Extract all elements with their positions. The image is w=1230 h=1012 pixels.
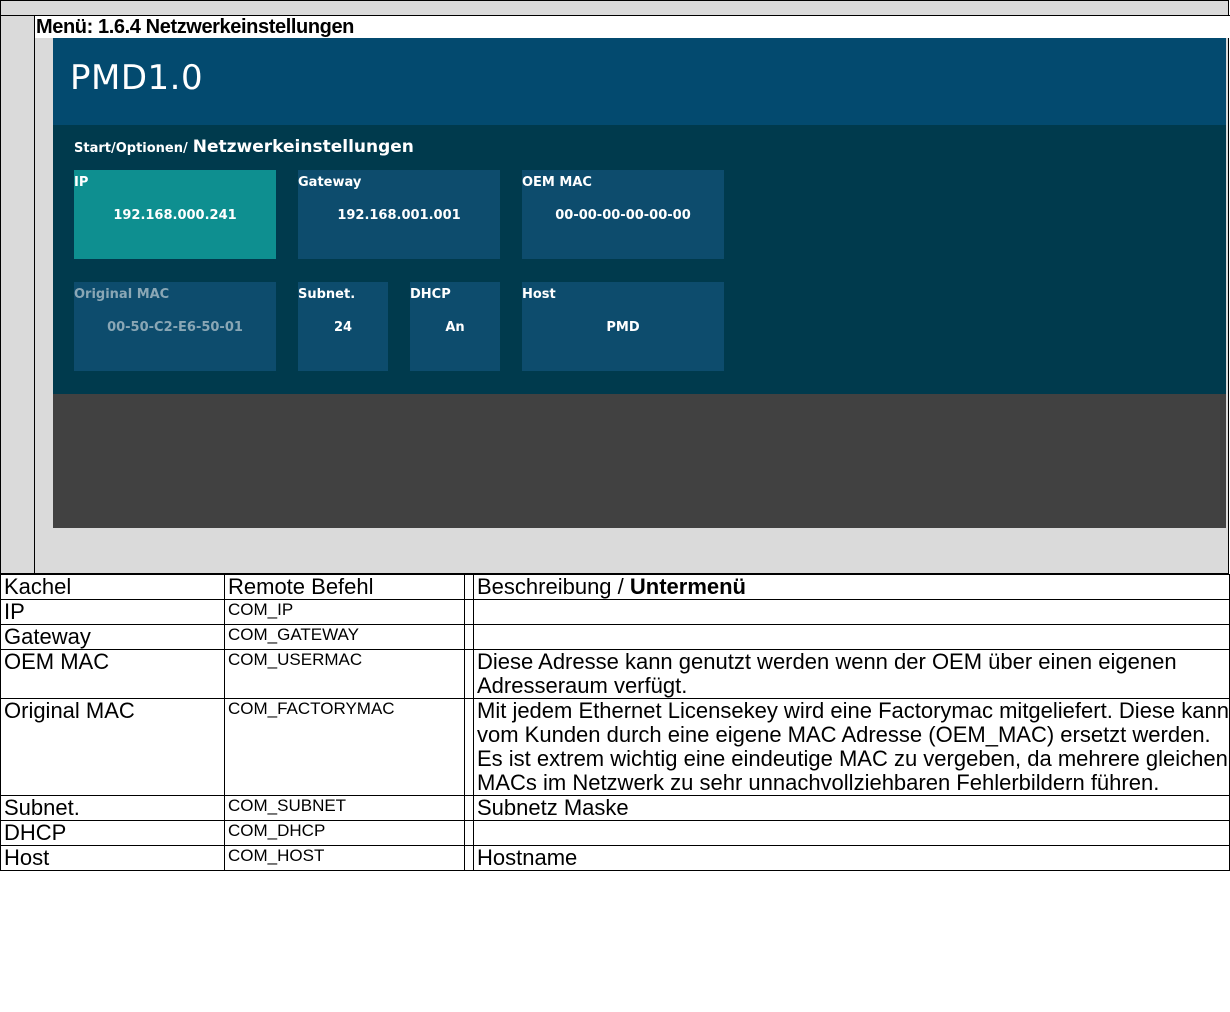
cell-remote: COM_SUBNET — [224, 795, 465, 821]
tile-host[interactable]: Host PMD — [522, 282, 724, 371]
cell-kachel: IP — [0, 599, 225, 625]
cell-kachel: Host — [0, 845, 225, 871]
column-separator — [464, 845, 474, 871]
tile-value: 00-50-C2-E6-50-01 — [107, 320, 243, 335]
cell-remote: COM_IP — [224, 599, 465, 625]
menu-title: Menü: 1.6.4 Netzwerkeinstellungen — [34, 16, 1230, 38]
cell-desc — [473, 820, 1230, 846]
tile-label: IP — [74, 175, 89, 190]
column-separator — [464, 574, 474, 600]
app-window: PMD1.0 Start/Optionen/Netzwerkeinstellun… — [53, 38, 1226, 528]
tile-original-mac: Original MAC 00-50-C2-E6-50-01 — [74, 282, 276, 371]
cell-kachel: Gateway — [0, 624, 225, 650]
app-header: PMD1.0 — [53, 38, 1226, 125]
table-row: Gateway COM_GATEWAY — [0, 624, 1230, 650]
app-title: PMD1.0 — [70, 58, 204, 98]
tile-value: PMD — [606, 320, 640, 335]
tile-label: Subnet. — [298, 287, 356, 302]
cell-desc: Diese Adresse kann genutzt werden wenn d… — [473, 649, 1230, 699]
tile-label: Original MAC — [74, 287, 170, 302]
table-row: IP COM_IP — [0, 599, 1230, 625]
header-desc-bold: Untermenü — [629, 574, 746, 599]
tile-value: 24 — [333, 320, 353, 335]
cell-desc — [473, 624, 1230, 650]
cell-remote: COM_GATEWAY — [224, 624, 465, 650]
tile-dhcp[interactable]: DHCP An — [410, 282, 500, 371]
breadcrumb: Start/Optionen/Netzwerkeinstellungen — [74, 137, 414, 157]
tile-label: Gateway — [298, 175, 362, 190]
column-separator — [464, 795, 474, 821]
cell-remote: COM_USERMAC — [224, 649, 465, 699]
table-row: Host COM_HOST Hostname — [0, 845, 1230, 871]
column-separator — [464, 820, 474, 846]
column-separator — [464, 649, 474, 699]
cell-desc: Mit jedem Ethernet Licensekey wird eine … — [473, 698, 1230, 796]
tile-label: DHCP — [410, 287, 451, 302]
cell-desc: Hostname — [473, 845, 1230, 871]
tile-label: Host — [522, 287, 556, 302]
app-body: Start/Optionen/Netzwerkeinstellungen IP … — [53, 125, 1226, 394]
tile-ip[interactable]: IP 192.168.000.241 — [74, 170, 276, 259]
header-remote: Remote Befehl — [224, 574, 465, 600]
tile-value: 192.168.001.001 — [337, 208, 461, 223]
column-separator — [464, 599, 474, 625]
table-row: Subnet. COM_SUBNET Subnetz Maske — [0, 795, 1230, 821]
cell-desc: Subnetz Maske — [473, 795, 1230, 821]
tile-value: 192.168.000.241 — [113, 208, 237, 223]
tile-oem-mac[interactable]: OEM MAC 00-00-00-00-00-00 — [522, 170, 724, 259]
header-kachel: Kachel — [0, 574, 225, 600]
table-row: OEM MAC COM_USERMAC Diese Adresse kann g… — [0, 649, 1230, 699]
column-separator — [464, 698, 474, 796]
cell-remote: COM_DHCP — [224, 820, 465, 846]
header-desc: Beschreibung / Untermenü — [473, 574, 1230, 600]
tile-value: 00-00-00-00-00-00 — [555, 208, 691, 223]
table-header-row: Kachel Remote Befehl Beschreibung / Unte… — [0, 574, 1230, 600]
cell-remote: COM_FACTORYMAC — [224, 698, 465, 796]
column-separator — [464, 624, 474, 650]
table-row: Original MAC COM_FACTORYMAC Mit jedem Et… — [0, 698, 1230, 796]
tile-gateway[interactable]: Gateway 192.168.001.001 — [298, 170, 500, 259]
cell-kachel: Original MAC — [0, 698, 225, 796]
header-desc-label: Beschreibung / — [477, 574, 630, 599]
cell-desc — [473, 599, 1230, 625]
frame-left-border — [34, 16, 35, 574]
page-title: Netzwerkeinstellungen — [192, 137, 414, 157]
cell-remote: COM_HOST — [224, 845, 465, 871]
tile-label: OEM MAC — [522, 175, 592, 190]
cell-kachel: Subnet. — [0, 795, 225, 821]
tile-value: An — [445, 320, 465, 335]
table-row: DHCP COM_DHCP — [0, 820, 1230, 846]
cell-kachel: OEM MAC — [0, 649, 225, 699]
tile-subnet[interactable]: Subnet. 24 — [298, 282, 388, 371]
breadcrumb-path[interactable]: Start/Optionen/ — [74, 141, 188, 156]
command-table: Kachel Remote Befehl Beschreibung / Unte… — [0, 574, 1230, 871]
cell-kachel: DHCP — [0, 820, 225, 846]
